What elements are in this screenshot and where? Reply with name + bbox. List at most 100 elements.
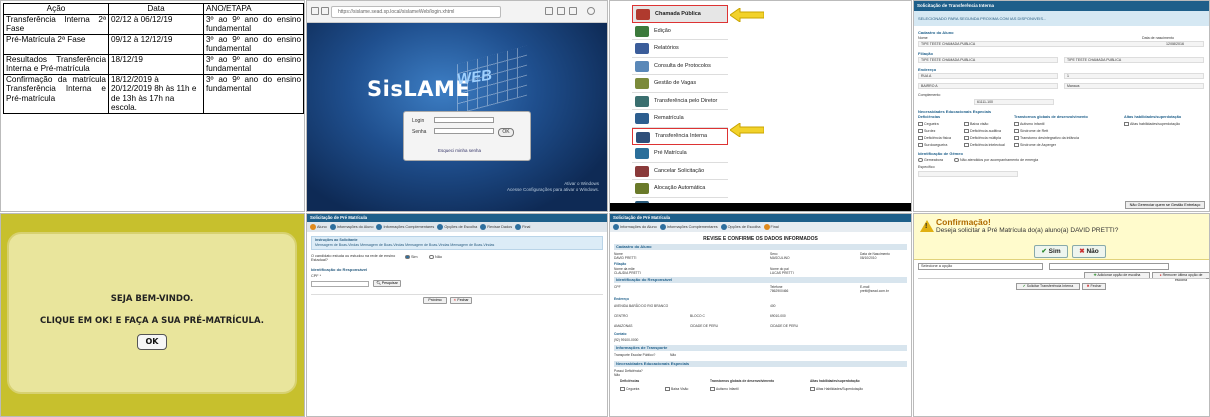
checkbox-item[interactable]: Deficiência intelectual — [964, 143, 1005, 148]
tab-1[interactable]: Informações do Aluno — [613, 224, 657, 230]
nome-field[interactable]: TIPE TESTE CHAMADA PUBLICA — [918, 41, 1204, 47]
menu-item[interactable]: Relatórios — [632, 40, 728, 58]
necessidades-section: Necessidades Educacionais Especiais — [918, 109, 992, 114]
ok-button[interactable]: OK — [137, 334, 167, 350]
municipio-field[interactable]: Manaus — [1064, 83, 1204, 89]
settings-icon[interactable] — [569, 7, 577, 15]
cell-acao: Confirmação da matrícula Transferência I… — [3, 73, 109, 114]
menu-item[interactable]: Alocação Automática — [632, 180, 728, 198]
sim-button[interactable]: ✔ Sim — [1034, 245, 1068, 258]
extension-icon[interactable] — [557, 7, 565, 15]
tab-label: Final — [522, 225, 531, 229]
checkbox-item[interactable]: Deficiência física — [918, 136, 951, 141]
fechar-button[interactable]: ✖ Fechar — [1082, 283, 1106, 290]
tab-2[interactable]: Informações do Aluno — [329, 224, 373, 230]
menu-item[interactable]: Transferência pelo Diretor — [632, 93, 728, 110]
profile-icon[interactable] — [587, 7, 595, 15]
checkbox-item[interactable]: Cegueira — [918, 122, 939, 127]
gemeo-option[interactable]: Não atendidos por acompanhamento de emer… — [954, 158, 1038, 163]
checkbox-item[interactable]: Autismo infantil — [1014, 122, 1044, 127]
tab-5[interactable]: Revisar Dados — [480, 224, 512, 230]
menu-item[interactable]: Rematrícula — [632, 110, 728, 128]
option-select-secondary[interactable] — [1049, 263, 1169, 270]
municipio-value: Manaus — [1067, 84, 1080, 88]
proximo-label: Próximo — [428, 298, 442, 302]
checkbox-icon — [918, 122, 923, 127]
pai-field[interactable]: TIPE TESTE CHAMADA PUBLICA — [1064, 57, 1204, 63]
tab-4[interactable]: Final — [763, 224, 779, 230]
logradouro-value: AVENIDA BARÃO DO RIO BRANCO — [614, 304, 669, 308]
ok-button[interactable]: OK — [498, 128, 514, 137]
logradouro-field[interactable]: RUA A — [918, 73, 1058, 79]
check-icon: ✔ — [1041, 248, 1047, 255]
menu-item[interactable]: Pré Matrícula — [632, 145, 728, 163]
nao-radio[interactable]: Não — [429, 255, 442, 259]
tab-3[interactable]: Opções de Escolha — [720, 224, 761, 230]
bairro-field[interactable]: BAIRRO A — [918, 83, 1058, 89]
cell-data: 18/12/19 — [108, 53, 204, 75]
forgot-password-link[interactable]: Esqueci minha senha — [438, 148, 481, 153]
form-action-button[interactable]: Não Gerenciar quem se Gestão Entrelaço — [1125, 201, 1205, 209]
especifico-select[interactable] — [918, 171, 1018, 177]
fechar-label: Fechar — [1090, 284, 1102, 288]
menu-icon[interactable] — [545, 7, 553, 15]
checkbox-item[interactable]: Deficiência múltipla — [964, 136, 1001, 141]
checkbox-item[interactable]: Altas habilidades/superdotação — [1124, 122, 1180, 127]
checkbox-item[interactable]: Surdocegueira — [918, 143, 947, 148]
fechar-button[interactable]: ✕ Fechar — [450, 297, 472, 304]
checkbox-item[interactable]: Síndrome de Rett — [1014, 129, 1048, 134]
tab-2[interactable]: Informações Complementares — [659, 224, 718, 230]
nao-button[interactable]: ✖ Não — [1072, 245, 1106, 258]
transporte-section: Informações de Transporte — [614, 345, 907, 351]
pesquisar-button[interactable]: 🔍︎ Pesquisar — [373, 280, 401, 287]
close-icon: ✖ — [1086, 284, 1090, 288]
gemeo-option[interactable]: Gemeabora — [918, 158, 943, 163]
step-icon — [480, 224, 487, 230]
transporte-question: Transporte Escolar Público? — [614, 353, 656, 357]
checkbox-item[interactable]: Síndrome de Asperger — [1014, 143, 1056, 148]
checkbox-item[interactable]: Baixa visão — [964, 122, 988, 127]
senha-input[interactable] — [434, 128, 494, 134]
welcome-panel: SEJA BEM-VINDO. CLIQUE EM OK! E FAÇA A S… — [7, 232, 297, 394]
login-label: Login — [412, 118, 425, 124]
contato-label: Contato — [614, 332, 627, 336]
address-bar[interactable]: https://sislame.sead.sp.local/sislameWeb… — [331, 6, 501, 18]
menu-item-icon — [636, 9, 650, 20]
tab-3[interactable]: Informações Complementares — [376, 224, 434, 230]
menu-item[interactable]: Cancelar Solicitação — [632, 163, 728, 180]
proximo-button[interactable]: Próximo — [423, 297, 447, 304]
complemento-value: BLOCO C — [690, 314, 705, 318]
checkbox-item[interactable]: Deficiência auditiva — [964, 129, 1001, 134]
tab-4[interactable]: Opções de Escolha — [437, 224, 477, 230]
bairro-value: CENTRO — [614, 314, 628, 318]
check-icon: ✔ — [1022, 284, 1026, 288]
menu-item-label: Transferência Interna — [655, 133, 708, 140]
step-icon — [376, 224, 383, 230]
back-icon[interactable] — [311, 7, 319, 15]
cpf-input[interactable] — [311, 281, 369, 287]
menu-item[interactable]: Chamada Pública — [632, 5, 728, 23]
menu-item[interactable]: Edição — [632, 23, 728, 40]
wizard-tabs: Aluno Informações do Aluno Informações Com… — [307, 222, 607, 232]
step-icon — [515, 224, 522, 230]
mae-field[interactable]: TIPE TESTE CHAMADA PUBLICA — [918, 57, 1058, 63]
login-screen: https://sislame.sead.sp.local/sislameWeb… — [306, 0, 608, 212]
menu-item[interactable]: Transferência Interna — [632, 127, 728, 145]
reload-icon[interactable] — [321, 7, 329, 15]
transfer-form: Solicitação de Transferência Interna SEL… — [913, 0, 1210, 212]
sim-radio[interactable]: Sim — [405, 255, 418, 259]
endereco-label: Endereço — [614, 297, 630, 301]
solicitar-button[interactable]: ✔ Solicitar Transferência Interna — [1016, 283, 1080, 290]
cep-field[interactable]: 61111-100 — [974, 99, 1054, 105]
option-select[interactable]: Selecione a opção — [918, 263, 1043, 270]
menu-item[interactable]: Gestão de Vagas — [632, 75, 728, 93]
checkbox-icon — [620, 387, 625, 392]
login-input[interactable] — [434, 117, 494, 123]
numero-field[interactable]: 1 — [1064, 73, 1204, 79]
tab-6[interactable]: Final — [515, 224, 530, 230]
checkbox-item[interactable]: Surdez — [918, 129, 935, 134]
checkbox-item[interactable]: Transtorno desintegrativo da infância — [1014, 136, 1079, 141]
checkbox-label: Deficiência múltipla — [970, 136, 1001, 140]
menu-item[interactable]: Consulta de Protocolos — [632, 58, 728, 75]
tab-1[interactable]: Aluno — [310, 224, 327, 230]
